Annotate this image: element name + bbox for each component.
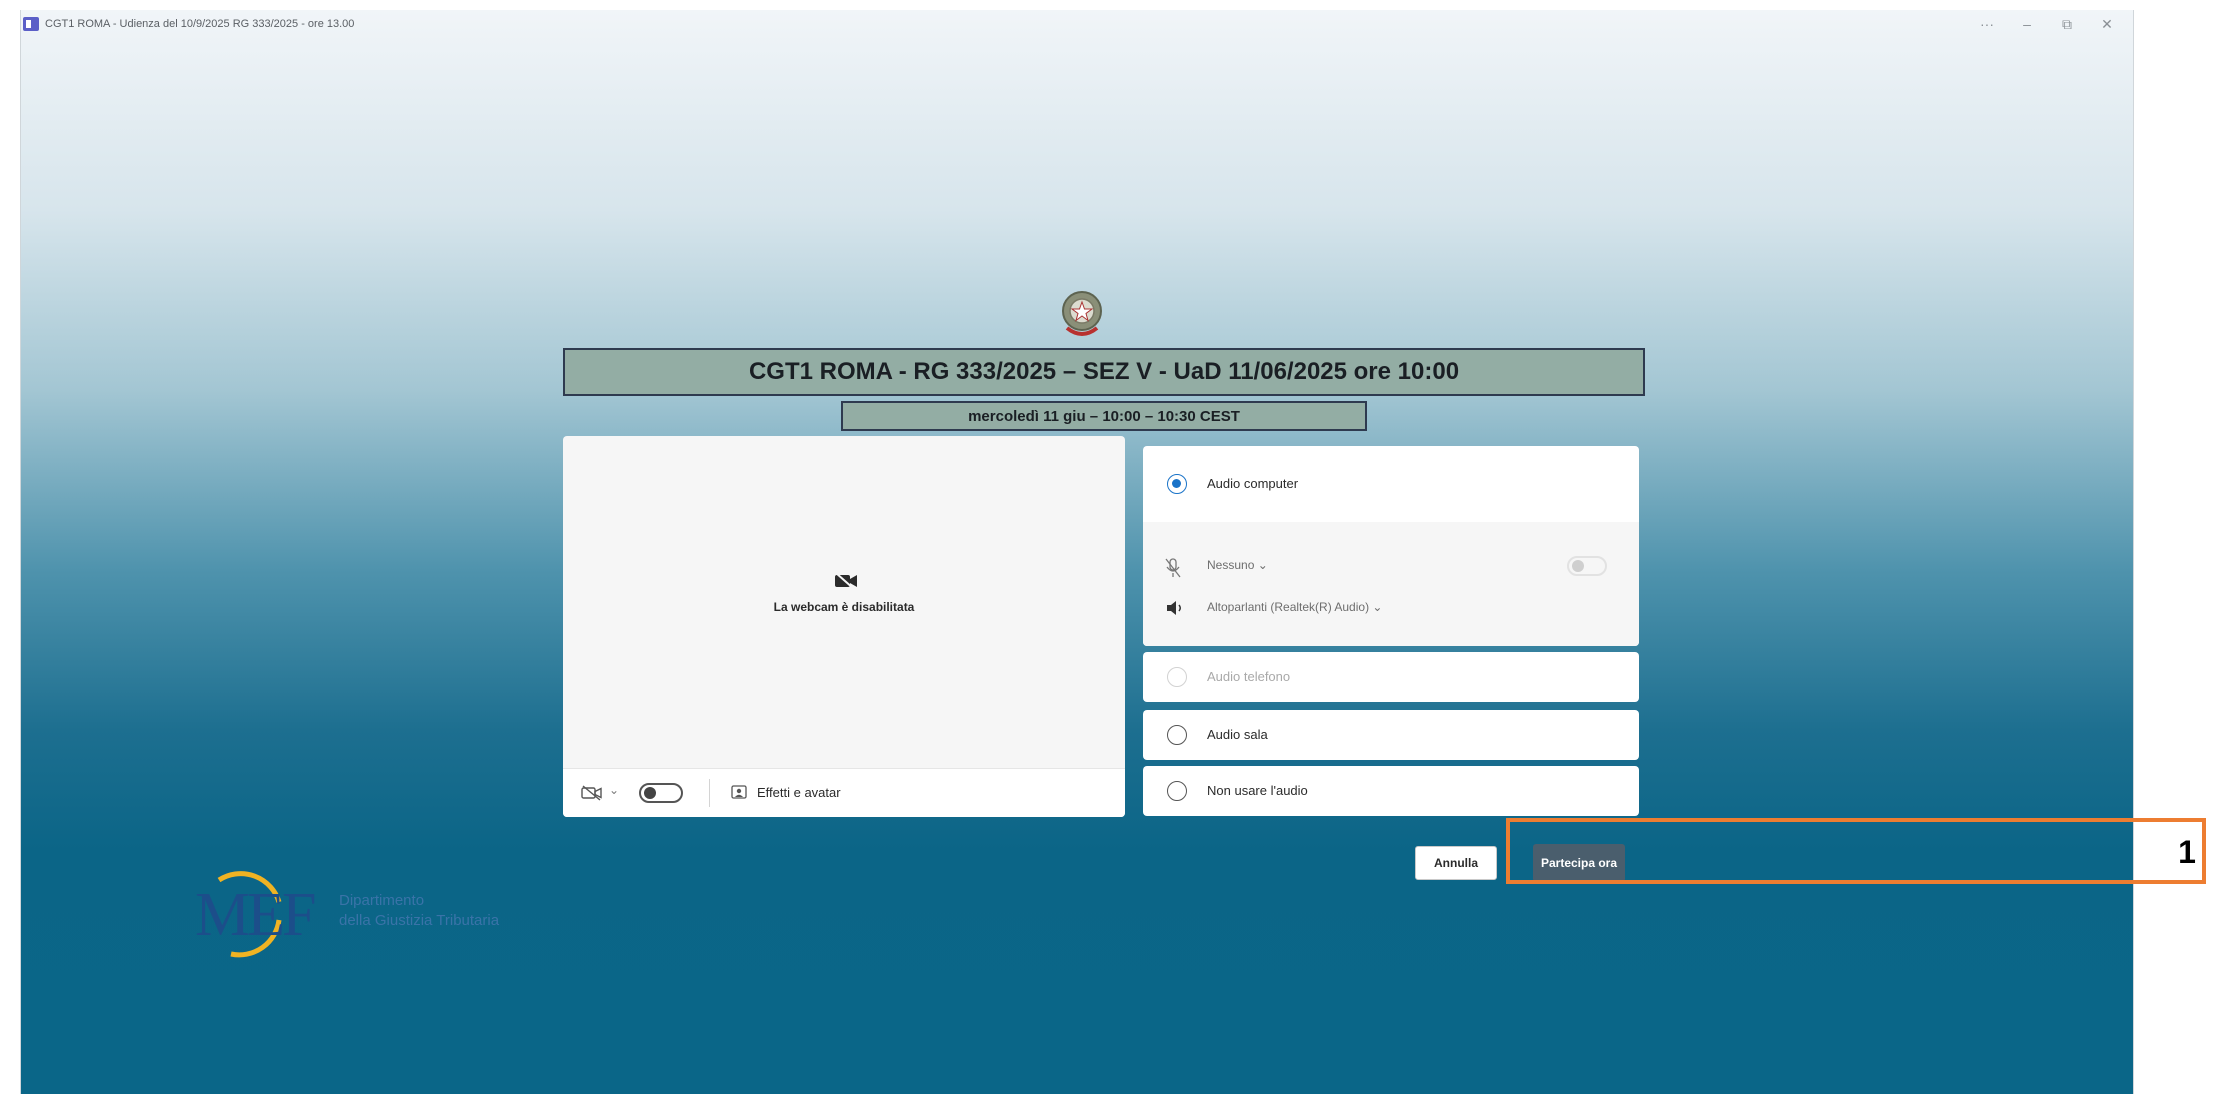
no-audio-radio[interactable] (1167, 781, 1187, 801)
audio-phone-option[interactable]: Audio telefono (1143, 652, 1639, 702)
minimize-button[interactable]: – (2015, 16, 2039, 32)
webcam-disabled-text: La webcam è disabilitata (773, 600, 915, 614)
callout-number: 1 (2178, 833, 2196, 870)
audio-phone-radio[interactable] (1167, 667, 1187, 687)
audio-room-option[interactable]: Audio sala (1143, 710, 1639, 760)
effects-avatar-icon[interactable] (731, 785, 747, 799)
audio-phone-label: Audio telefono (1207, 669, 1291, 684)
mef-letters: MEF (195, 881, 316, 949)
meeting-schedule-banner: mercoledì 11 giu – 10:00 – 10:30 CEST (841, 401, 1367, 431)
no-audio-option[interactable]: Non usare l'audio (1143, 766, 1639, 816)
teams-app-icon (23, 17, 39, 31)
speaker-icon (1167, 601, 1181, 615)
divider (709, 779, 710, 807)
republic-emblem-icon (1062, 291, 1102, 336)
audio-computer-radio[interactable] (1167, 474, 1187, 494)
video-controls-bar: ⌄ Effetti e avatar (563, 768, 1125, 817)
close-button[interactable]: ✕ (2095, 16, 2119, 32)
camera-toggle[interactable] (639, 783, 683, 803)
mef-logo: MEF Dipartimento della Giustizia Tributa… (191, 862, 551, 972)
audio-room-radio[interactable] (1167, 725, 1187, 745)
title-bar: CGT1 ROMA - Udienza del 10/9/2025 RG 333… (21, 10, 2133, 40)
restore-button[interactable]: ⧉ (2055, 16, 2079, 32)
window-title: CGT1 ROMA - Udienza del 10/9/2025 RG 333… (45, 18, 355, 30)
audio-computer-panel: Audio computer Nessuno ⌄ Altoparlanti (R… (1143, 446, 1639, 646)
callout-highlight-box (1506, 818, 2206, 884)
audio-computer-label: Audio computer (1207, 476, 1299, 491)
microphone-toggle-knob (1572, 560, 1584, 572)
speaker-select[interactable]: Altoparlanti (Realtek(R) Audio) ⌄ (1207, 600, 1382, 614)
camera-chevron-down-icon[interactable]: ⌄ (609, 783, 619, 797)
no-audio-label: Non usare l'audio (1207, 783, 1308, 798)
mef-department-line2: della Giustizia Tributaria (339, 912, 500, 929)
mef-department-line1: Dipartimento (339, 892, 425, 909)
audio-computer-option[interactable]: Audio computer (1143, 446, 1639, 522)
camera-off-icon (835, 572, 857, 590)
video-preview-card: La webcam è disabilitata ⌄ Effetti e ava… (563, 436, 1125, 817)
audio-room-label: Audio sala (1207, 727, 1268, 742)
microphone-off-icon (1165, 558, 1181, 578)
more-options-button[interactable]: ··· (1975, 16, 1999, 32)
cancel-button[interactable]: Annulla (1415, 846, 1497, 880)
effects-avatar-button[interactable]: Effetti e avatar (757, 785, 841, 800)
microphone-toggle[interactable] (1567, 556, 1607, 576)
meeting-title-banner: CGT1 ROMA - RG 333/2025 – SEZ V - UaD 11… (563, 348, 1645, 396)
camera-toggle-knob (644, 787, 656, 799)
microphone-select[interactable]: Nessuno ⌄ (1207, 558, 1268, 572)
teams-prejoin-window: CGT1 ROMA - Udienza del 10/9/2025 RG 333… (20, 10, 2134, 1094)
camera-off-icon[interactable] (581, 784, 603, 802)
audio-devices-section: Nessuno ⌄ Altoparlanti (Realtek(R) Audio… (1143, 522, 1639, 646)
